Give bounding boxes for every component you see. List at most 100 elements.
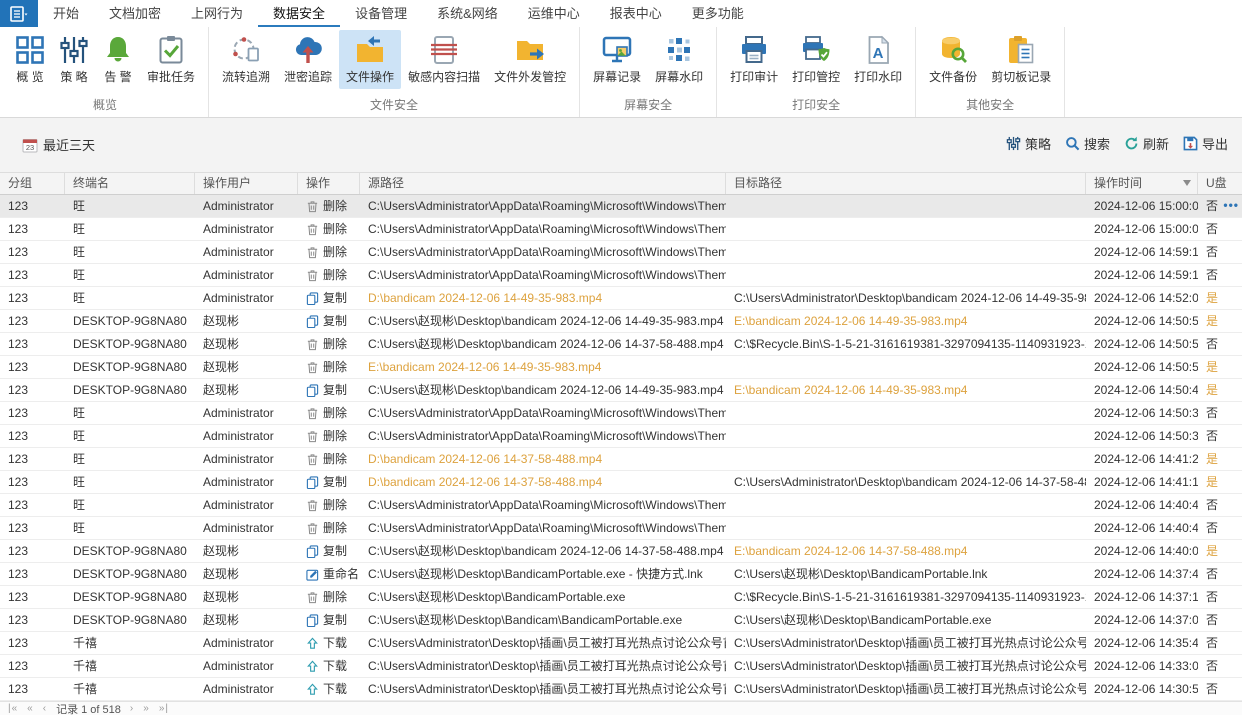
printer-icon <box>739 35 769 65</box>
copy-icon <box>306 545 319 558</box>
cell-dst <box>726 517 1086 539</box>
ribbon-item-0-2[interactable]: 告 警 <box>96 30 140 89</box>
menu-tab-5[interactable]: 系统&网络 <box>422 0 513 27</box>
column-header-op[interactable]: 操作 <box>298 173 360 194</box>
toolbar-action-3[interactable]: 导出 <box>1183 134 1228 153</box>
ribbon-item-0-0[interactable]: 概 览 <box>8 30 52 89</box>
app-menu-button[interactable] <box>0 0 38 27</box>
table-row[interactable]: 123旺Administrator删除C:\Users\Administrato… <box>0 218 1242 241</box>
ribbon-item-1-2[interactable]: 文件操作 <box>339 30 401 89</box>
op-label: 删除 <box>323 195 347 217</box>
menu-tab-8[interactable]: 更多功能 <box>677 0 759 27</box>
pager-prev-fast-button[interactable]: « <box>27 703 34 714</box>
ribbon-item-3-2[interactable]: A打印水印 <box>847 30 909 89</box>
column-header-group[interactable]: 分组 <box>0 173 65 194</box>
pager-next-fast-button[interactable]: » <box>143 703 150 714</box>
svg-text:23: 23 <box>26 143 34 152</box>
table-row[interactable]: 123DESKTOP-9G8NA80赵现彬复制C:\Users\赵现彬\Desk… <box>0 540 1242 563</box>
table-row[interactable]: 123旺Administrator删除C:\Users\Administrato… <box>0 425 1242 448</box>
ribbon-item-2-0[interactable]: 屏幕记录 <box>586 30 648 89</box>
ribbon-item-3-1[interactable]: 打印管控 <box>785 30 847 89</box>
table-row[interactable]: 123DESKTOP-9G8NA80赵现彬删除C:\Users\赵现彬\Desk… <box>0 586 1242 609</box>
table-row[interactable]: 123旺Administrator删除C:\Users\Administrato… <box>0 241 1242 264</box>
table-row[interactable]: 123DESKTOP-9G8NA80赵现彬复制C:\Users\赵现彬\Desk… <box>0 310 1242 333</box>
ribbon-item-1-3[interactable]: 敏感内容扫描 <box>401 30 487 89</box>
date-filter-button[interactable]: 23 最近三天 <box>22 135 95 154</box>
cell-dst: C:\$Recycle.Bin\S-1-5-21-3161619381-3297… <box>726 333 1086 355</box>
cell-usb: 否 <box>1198 517 1242 539</box>
trace-icon <box>231 35 261 65</box>
toolbar-action-0[interactable]: 策略 <box>1006 134 1051 153</box>
ribbon-item-label: 告 警 <box>104 68 131 85</box>
table-row[interactable]: 123千禧Administrator下载C:\Users\Administrat… <box>0 632 1242 655</box>
cell-time: 2024-12-06 14:50:36 <box>1086 425 1198 447</box>
column-header-usb[interactable]: U盘 <box>1198 173 1242 194</box>
pager-next-button[interactable]: › <box>130 703 134 714</box>
trash-icon <box>306 453 319 466</box>
menu-tab-6[interactable]: 运维中心 <box>513 0 595 27</box>
ribbon-item-0-3[interactable]: 审批任务 <box>140 30 202 89</box>
cell-dst <box>726 218 1086 240</box>
pager-prev-button[interactable]: ‹ <box>43 703 47 714</box>
table-row[interactable]: 123DESKTOP-9G8NA80赵现彬复制C:\Users\赵现彬\Desk… <box>0 609 1242 632</box>
table-row[interactable]: 123千禧Administrator下载C:\Users\Administrat… <box>0 655 1242 678</box>
toolbar-action-1[interactable]: 搜索 <box>1065 134 1110 153</box>
pager-last-button[interactable]: »| <box>159 703 169 714</box>
column-header-src[interactable]: 源路径 <box>360 173 726 194</box>
sort-caret-icon[interactable] <box>1183 173 1197 194</box>
table-row[interactable]: 123千禧Administrator下载C:\Users\Administrat… <box>0 678 1242 701</box>
table-row[interactable]: 123旺Administrator删除D:\bandicam 2024-12-0… <box>0 448 1242 471</box>
cell-user: 赵现彬 <box>195 310 298 332</box>
sliders-small-icon <box>1006 136 1021 151</box>
folder-return-icon <box>355 35 385 65</box>
column-header-time[interactable]: 操作时间 <box>1086 173 1198 194</box>
column-header-label: 操作 <box>306 173 330 194</box>
toolbar-action-2[interactable]: 刷新 <box>1124 134 1169 153</box>
menu-tab-2[interactable]: 上网行为 <box>176 0 258 27</box>
menu-tab-0[interactable]: 开始 <box>38 0 94 27</box>
cell-src: C:\Users\Administrator\AppData\Roaming\M… <box>360 402 726 424</box>
ribbon-item-2-1[interactable]: 屏幕水印 <box>648 30 710 89</box>
menu-tab-1[interactable]: 文档加密 <box>94 0 176 27</box>
op-label: 删除 <box>323 448 347 470</box>
pager-first-button[interactable]: |« <box>8 703 18 714</box>
cell-user: 赵现彬 <box>195 540 298 562</box>
table-row[interactable]: 123旺Administrator删除C:\Users\Administrato… <box>0 402 1242 425</box>
table-row[interactable]: 123DESKTOP-9G8NA80赵现彬复制C:\Users\赵现彬\Desk… <box>0 379 1242 402</box>
table-row[interactable]: 123DESKTOP-9G8NA80赵现彬删除C:\Users\赵现彬\Desk… <box>0 333 1242 356</box>
cell-usb: 否 <box>1198 425 1242 447</box>
table-row[interactable]: 123旺Administrator删除C:\Users\Administrato… <box>0 195 1242 218</box>
column-header-dst[interactable]: 目标路径 <box>726 173 1086 194</box>
column-header-terminal[interactable]: 终端名 <box>65 173 195 194</box>
table-row[interactable]: 123DESKTOP-9G8NA80赵现彬重命名C:\Users\赵现彬\Des… <box>0 563 1242 586</box>
band-actions: 策略搜索刷新导出 <box>1006 134 1228 153</box>
ribbon-item-4-0[interactable]: 文件备份 <box>922 30 984 89</box>
cell-dst: E:\bandicam 2024-12-06 14-37-58-488.mp4 <box>726 540 1086 562</box>
table-row[interactable]: 123旺Administrator删除C:\Users\Administrato… <box>0 517 1242 540</box>
ribbon-item-1-4[interactable]: 文件外发管控 <box>487 30 573 89</box>
ribbon-item-4-1[interactable]: 剪切板记录 <box>984 30 1058 89</box>
cell-group: 123 <box>0 494 65 516</box>
table-row[interactable]: 123旺Administrator复制D:\bandicam 2024-12-0… <box>0 287 1242 310</box>
table-row[interactable]: 123DESKTOP-9G8NA80赵现彬删除E:\bandicam 2024-… <box>0 356 1242 379</box>
ribbon-item-3-0[interactable]: 打印审计 <box>723 30 785 89</box>
ribbon-item-1-0[interactable]: 流转追溯 <box>215 30 277 89</box>
op-label: 删除 <box>323 494 347 516</box>
table-row[interactable]: 123旺Administrator复制D:\bandicam 2024-12-0… <box>0 471 1242 494</box>
column-header-user[interactable]: 操作用户 <box>195 173 298 194</box>
op-label: 删除 <box>323 425 347 447</box>
table-row[interactable]: 123旺Administrator删除C:\Users\Administrato… <box>0 494 1242 517</box>
row-more-button[interactable]: ••• <box>1223 195 1239 215</box>
menu-tab-4[interactable]: 设备管理 <box>340 0 422 27</box>
menu-tab-3[interactable]: 数据安全 <box>258 0 340 27</box>
column-header-label: 源路径 <box>368 173 404 194</box>
cell-terminal: 旺 <box>65 241 195 263</box>
cell-terminal: 旺 <box>65 471 195 493</box>
ribbon-item-0-1[interactable]: 策 略 <box>52 30 96 89</box>
cell-time: 2024-12-06 14:37:08 <box>1086 609 1198 631</box>
menu-tab-7[interactable]: 报表中心 <box>595 0 677 27</box>
trash-icon <box>306 522 319 535</box>
table-row[interactable]: 123旺Administrator删除C:\Users\Administrato… <box>0 264 1242 287</box>
ribbon-item-1-1[interactable]: 泄密追踪 <box>277 30 339 89</box>
cell-src: C:\Users\Administrator\AppData\Roaming\M… <box>360 517 726 539</box>
